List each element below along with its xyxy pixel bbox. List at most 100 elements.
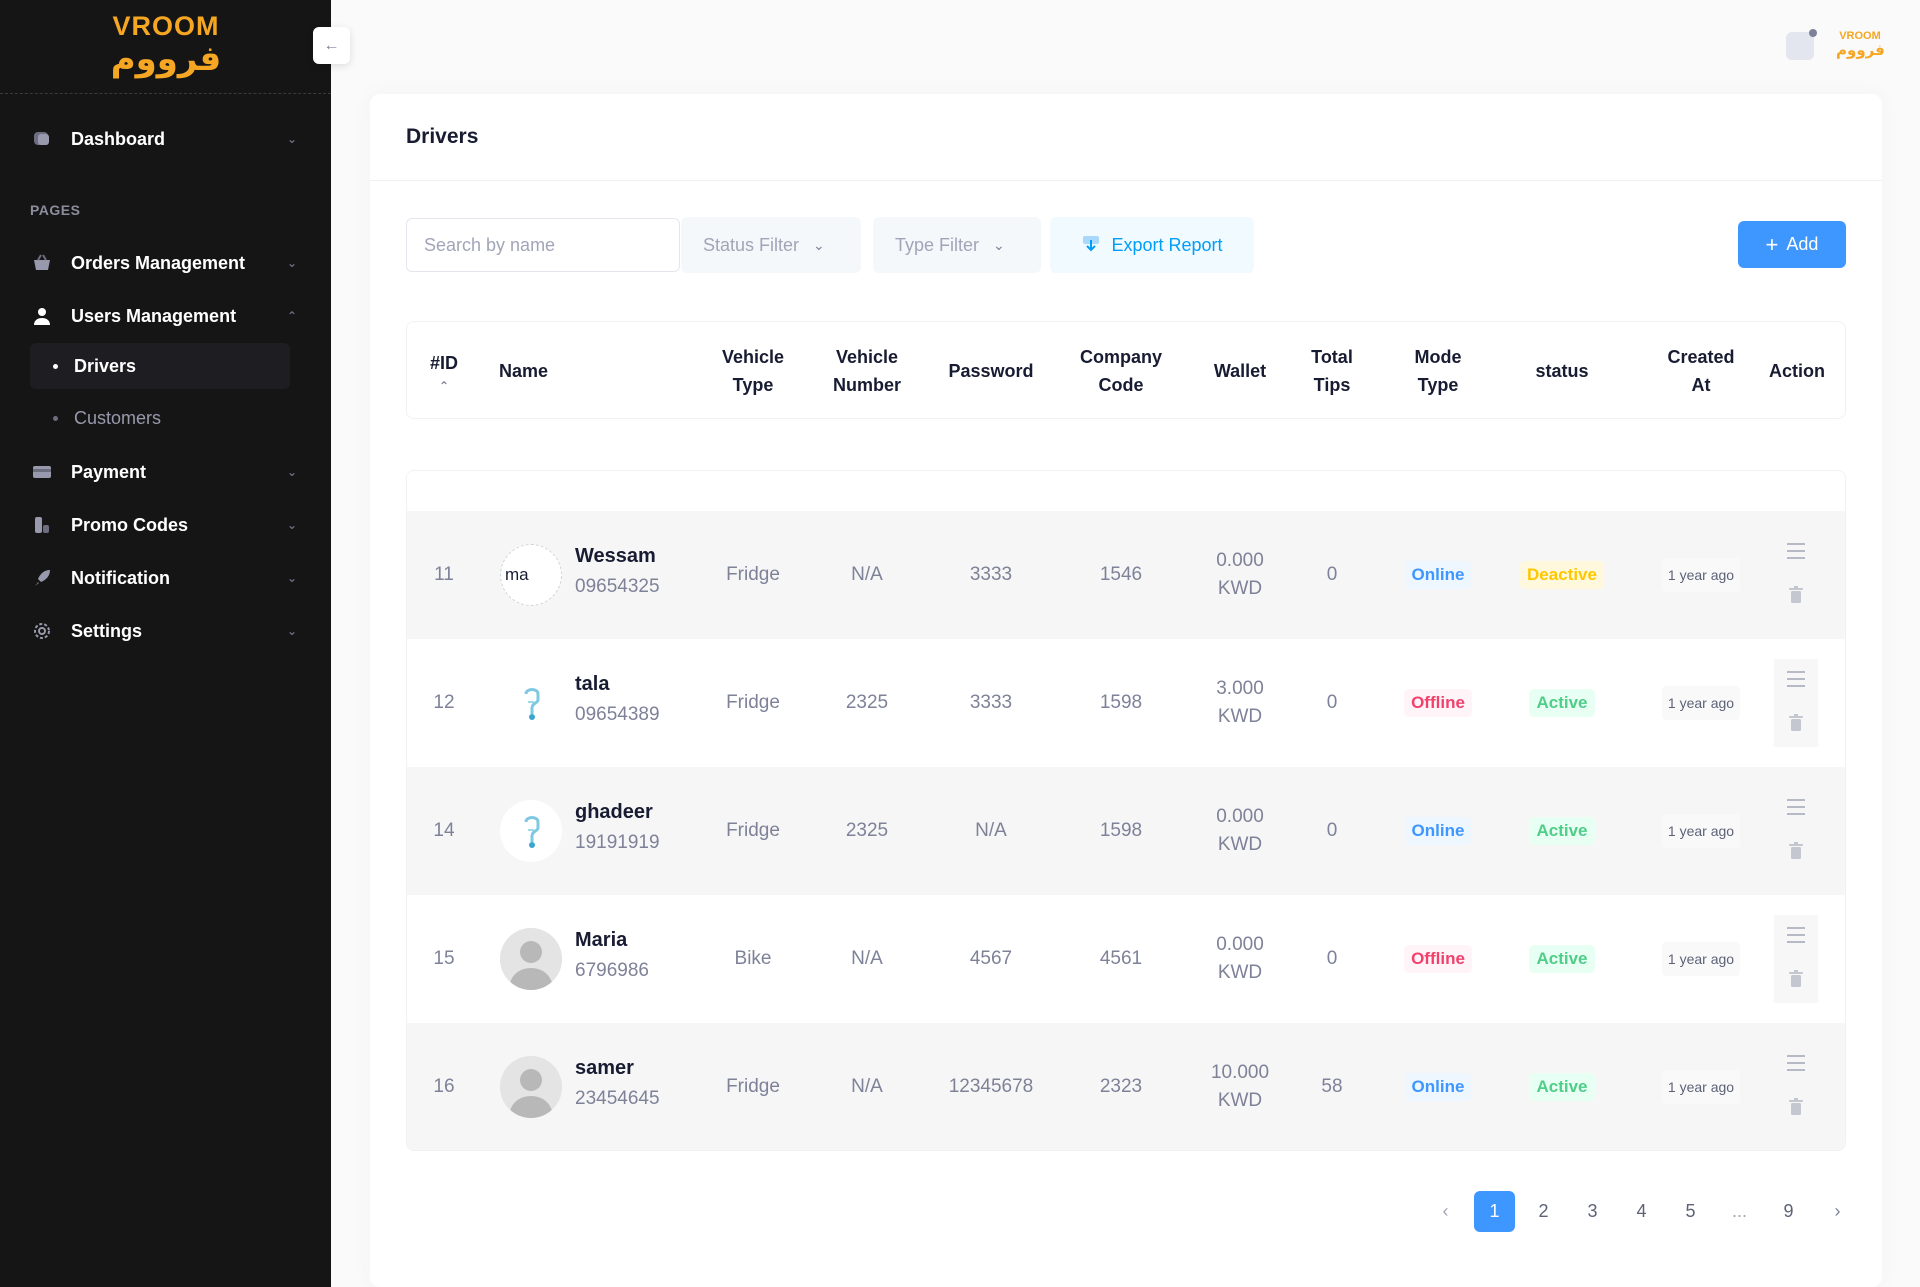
delete-button[interactable] — [1774, 959, 1818, 1003]
brand-logo[interactable]: VROOM فرووم — [110, 12, 222, 78]
column-header-label: status — [1535, 361, 1589, 381]
driver-name-block[interactable]: Wessam 09654325 — [575, 541, 660, 603]
column-header-total-tips[interactable]: Total Tips — [1292, 322, 1372, 420]
pagination-page-button[interactable]: 4 — [1621, 1191, 1662, 1232]
sidebar-item-label: Settings — [71, 620, 143, 641]
pagination-page-button[interactable]: 2 — [1523, 1191, 1564, 1232]
created-at-badge: 1 year ago — [1661, 814, 1741, 848]
user-icon — [30, 304, 54, 328]
column-header-id[interactable]: #ID ⌃ — [407, 322, 481, 420]
column-header-mode-type[interactable]: Mode Type — [1383, 322, 1493, 420]
cell-mode: Online — [1383, 767, 1493, 895]
pagination-page-button[interactable]: 1 — [1474, 1190, 1515, 1232]
driver-name-block[interactable]: Maria 6796986 — [575, 925, 649, 987]
add-label: Add — [1786, 234, 1819, 254]
trash-icon — [1788, 713, 1804, 737]
column-header-company-code[interactable]: Company Code — [1056, 322, 1186, 420]
column-header-status[interactable]: status — [1507, 322, 1617, 420]
pagination-prev-button[interactable]: ‹ — [1425, 1191, 1466, 1232]
column-header-password[interactable]: Password — [926, 322, 1056, 420]
details-button[interactable] — [1774, 915, 1818, 959]
details-button[interactable] — [1774, 531, 1818, 575]
driver-name-block[interactable]: samer 23454645 — [575, 1053, 660, 1115]
details-button[interactable] — [1774, 659, 1818, 703]
sidebar-item-label: Promo Codes — [71, 514, 189, 535]
wallet-currency: KWD — [1217, 706, 1263, 727]
cell-vehicle-type: Bike — [734, 948, 772, 969]
avatar — [500, 800, 562, 862]
cell-wallet: 0.000 KWD — [1185, 767, 1295, 895]
wallet-amount: 10.000 — [1210, 1062, 1270, 1083]
column-header-wallet[interactable]: Wallet — [1185, 322, 1295, 420]
mode-badge: Offline — [1404, 945, 1472, 973]
sidebar-subitem-customers[interactable]: Customers — [30, 395, 290, 441]
cell-total-tips: 0 — [1326, 564, 1338, 585]
menu-lines-icon — [1786, 926, 1806, 949]
sidebar-item-label: Payment — [71, 461, 147, 482]
sidebar-item-payment[interactable]: Payment ⌄ — [30, 454, 300, 490]
delete-button[interactable] — [1774, 703, 1818, 747]
details-button[interactable] — [1774, 1043, 1818, 1087]
sidebar-item-promo-codes[interactable]: Promo Codes ⌄ — [30, 507, 300, 543]
driver-name: Wessam — [575, 545, 656, 567]
sidebar-item-users[interactable]: Users Management ⌃ — [30, 298, 300, 334]
sidebar-item-notification[interactable]: Notification ⌄ — [30, 560, 300, 596]
sidebar-item-label: Dashboard — [71, 128, 166, 149]
bullet-icon — [53, 363, 58, 369]
menu-lines-icon — [1786, 542, 1806, 565]
cell-status: Deactive — [1507, 511, 1617, 639]
delete-button[interactable] — [1774, 575, 1818, 619]
chevron-up-icon: ⌃ — [286, 309, 298, 323]
cell-vehicle-number: N/A — [851, 564, 883, 585]
status-badge: Active — [1529, 689, 1595, 717]
column-header-vehicle-number[interactable]: Vehicle Number — [807, 322, 927, 420]
sidebar-item-settings[interactable]: Settings ⌄ — [30, 613, 300, 649]
driver-name-block[interactable]: ghadeer 19191919 — [575, 797, 660, 859]
chevron-down-icon: ⌄ — [813, 236, 825, 253]
plus-icon: + — [1765, 231, 1779, 257]
user-menu-logo[interactable]: VROOM فرووم — [1836, 30, 1885, 59]
driver-phone: 19191919 — [575, 832, 660, 853]
pagination-page-button[interactable]: 5 — [1670, 1191, 1711, 1232]
cell-id: 11 — [434, 564, 454, 585]
status-badge: Active — [1529, 1073, 1595, 1101]
details-button[interactable] — [1774, 787, 1818, 831]
sidebar-subitem-label: Customers — [74, 407, 162, 428]
search-input[interactable] — [406, 218, 680, 272]
sidebar-subitem-drivers[interactable]: Drivers — [30, 343, 290, 389]
column-header-vehicle-type[interactable]: Vehicle Type — [693, 322, 813, 420]
cell-mode: Offline — [1383, 639, 1493, 767]
sidebar-item-label: Notification — [71, 567, 170, 588]
type-filter-select[interactable]: Type Filter ⌄ — [873, 217, 1041, 273]
delete-button[interactable] — [1774, 1087, 1818, 1131]
cell-created-at: 1 year ago — [1641, 767, 1761, 895]
pagination-page-button[interactable]: 9 — [1768, 1191, 1809, 1232]
pagination-next-button[interactable]: › — [1817, 1191, 1858, 1232]
column-header-created-at[interactable]: Created At — [1641, 322, 1761, 420]
broken-image-icon: ma — [500, 544, 562, 606]
status-filter-label: Status Filter — [703, 234, 800, 255]
chevron-down-icon: ⌄ — [286, 132, 298, 146]
avatar: ma — [500, 544, 562, 606]
cell-wallet: 0.000 KWD — [1185, 511, 1295, 639]
cell-status: Active — [1507, 767, 1617, 895]
pagination-ellipsis[interactable]: ... — [1719, 1191, 1760, 1232]
column-header-name[interactable]: Name — [499, 322, 619, 420]
export-report-button[interactable]: Export Report — [1050, 217, 1254, 273]
sidebar-collapse-button[interactable]: ← — [313, 27, 350, 64]
sidebar-item-dashboard[interactable]: Dashboard ⌄ — [30, 121, 300, 157]
driver-phone: 09654389 — [575, 704, 660, 725]
driver-name: samer — [575, 1057, 634, 1079]
notification-icon[interactable] — [1786, 29, 1817, 60]
chevron-down-icon: ⌄ — [286, 571, 298, 585]
cell-status: Active — [1507, 639, 1617, 767]
delete-button[interactable] — [1774, 831, 1818, 875]
chevron-down-icon: ⌄ — [993, 236, 1005, 253]
driver-name-block[interactable]: tala 09654389 — [575, 669, 660, 731]
add-driver-button[interactable]: + Add — [1738, 221, 1846, 268]
status-filter-select[interactable]: Status Filter ⌄ — [681, 217, 861, 273]
pagination-page-button[interactable]: 3 — [1572, 1191, 1613, 1232]
cell-total-tips: 0 — [1326, 820, 1338, 841]
cell-vehicle-number: 2325 — [845, 820, 889, 841]
sidebar-item-orders[interactable]: Orders Management ⌄ — [30, 245, 300, 281]
